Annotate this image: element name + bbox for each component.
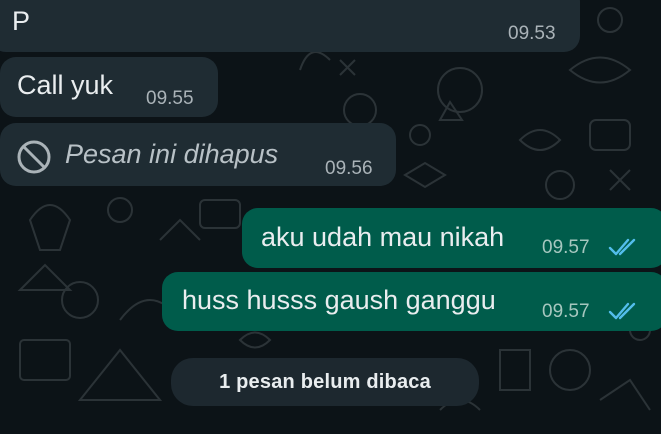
message-time: 09.56 xyxy=(325,158,373,179)
message-text: P xyxy=(12,6,31,36)
message-time: 09.55 xyxy=(146,88,194,109)
message-text: Pesan ini dihapus xyxy=(65,139,279,169)
message-text: Call yuk xyxy=(17,70,114,100)
message-time: 09.53 xyxy=(508,23,556,44)
message-bubble-incoming[interactable]: P 09.53 xyxy=(0,0,580,52)
message-bubble-outgoing[interactable]: aku udah mau nikah 09.57 xyxy=(242,208,661,268)
message-text: aku udah mau nikah xyxy=(261,222,505,252)
message-bubble-deleted[interactable]: Pesan ini dihapus 09.56 xyxy=(0,123,396,186)
message-bubble-incoming[interactable]: Call yuk 09.55 xyxy=(0,57,218,117)
deleted-icon xyxy=(16,139,52,175)
chat-view: P 09.53 Call yuk 09.55 Pesan ini dihapus… xyxy=(0,0,661,434)
message-time: 09.57 xyxy=(542,237,590,258)
message-text: huss husss gaush ganggu xyxy=(182,285,496,315)
double-check-read-icon xyxy=(608,300,640,327)
unread-messages-label: 1 pesan belum dibaca xyxy=(219,371,431,393)
unread-messages-banner: 1 pesan belum dibaca xyxy=(171,358,479,406)
double-check-read-icon xyxy=(608,236,640,263)
message-bubble-outgoing[interactable]: huss husss gaush ganggu 09.57 xyxy=(162,272,661,331)
message-time: 09.57 xyxy=(542,301,590,322)
